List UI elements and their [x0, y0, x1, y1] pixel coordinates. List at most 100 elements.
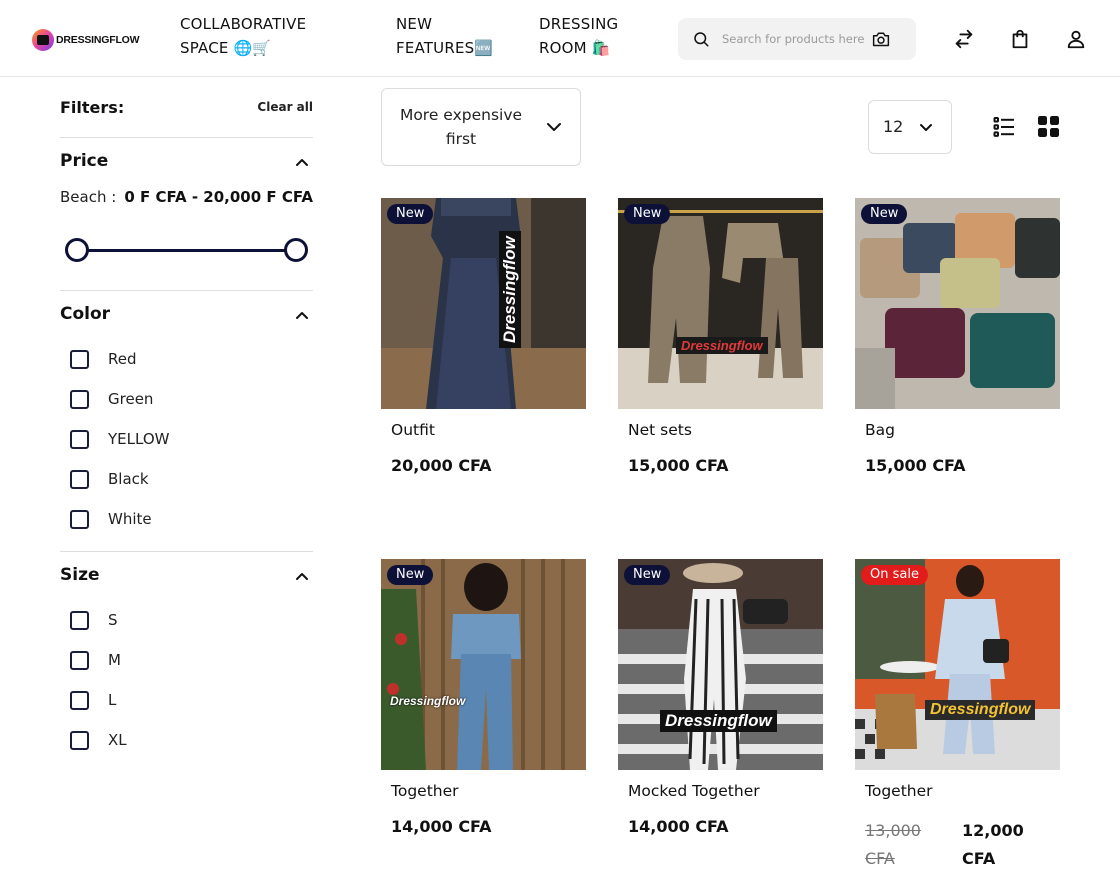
per-page-value: 12: [883, 117, 904, 136]
nav-collaborative-space[interactable]: COLLABORATIVE SPACE 🌐🛒: [180, 12, 330, 60]
price-label: Beach :: [60, 188, 117, 206]
list-view-icon[interactable]: [993, 116, 1015, 138]
product-image[interactable]: New Dressingflow: [618, 559, 823, 770]
watermark-text: Dressingflow: [676, 337, 768, 354]
logo-text: DRESSINGFLOW: [56, 34, 140, 46]
watermark-text: Dressingflow: [925, 700, 1036, 720]
product-image[interactable]: New: [855, 198, 1060, 409]
size-option-s[interactable]: S: [70, 610, 118, 630]
bags-photo: [855, 198, 1060, 409]
denim-outfit-photo: [381, 559, 586, 770]
product-name[interactable]: Outfit: [391, 421, 435, 439]
product-image[interactable]: New Dressingflow: [618, 198, 823, 409]
nav-dressing-room[interactable]: DRESSING ROOM 🛍️: [539, 12, 649, 60]
search-bar[interactable]: [678, 18, 916, 60]
option-label: Black: [108, 470, 149, 488]
price-slider-track[interactable]: [76, 249, 296, 252]
camera-icon[interactable]: [871, 30, 891, 48]
product-price: 15,000 CFA: [865, 456, 966, 475]
product-image[interactable]: On sale Dressingflow: [855, 559, 1060, 770]
swap-arrows-icon[interactable]: [953, 28, 975, 50]
price-slider-max-handle[interactable]: [284, 238, 308, 262]
watermark-text: Dressingflow: [390, 694, 466, 708]
color-option-green[interactable]: Green: [70, 389, 153, 409]
new-badge: New: [387, 204, 434, 224]
user-account-icon[interactable]: [1065, 28, 1087, 50]
option-label: XL: [108, 731, 127, 749]
option-label: Red: [108, 350, 137, 368]
price-section-title[interactable]: Price: [60, 151, 108, 171]
product-price: 15,000 CFA: [628, 456, 729, 475]
product-name[interactable]: Together: [865, 782, 933, 800]
new-badge: New: [861, 204, 908, 224]
color-option-black[interactable]: Black: [70, 469, 149, 489]
chevron-down-icon: [547, 123, 561, 131]
clear-all-button[interactable]: Clear all: [257, 100, 313, 114]
new-badge: New: [624, 565, 671, 585]
watermark-text: Dressingflow: [499, 231, 521, 348]
checkbox[interactable]: [70, 690, 89, 710]
chevron-up-icon[interactable]: [295, 157, 309, 167]
product-price: 14,000 CFA: [628, 817, 729, 836]
nav-new-features[interactable]: NEW FEATURES🆕: [396, 12, 506, 60]
striped-outfit-photo: [618, 559, 823, 770]
product-price: 14,000 CFA: [391, 817, 492, 836]
size-option-l[interactable]: L: [70, 690, 116, 710]
chevron-up-icon[interactable]: [295, 571, 309, 581]
option-label: L: [108, 691, 117, 709]
option-label: YELLOW: [108, 430, 170, 448]
product-name[interactable]: Together: [391, 782, 459, 800]
product-name[interactable]: Bag: [865, 421, 895, 439]
size-section-title[interactable]: Size: [60, 565, 100, 585]
divider: [60, 551, 313, 552]
option-label: S: [108, 611, 118, 629]
checkbox[interactable]: [70, 730, 89, 750]
original-price: 13,000 CFA: [865, 821, 921, 868]
price-slider-min-handle[interactable]: [65, 238, 89, 262]
checkbox[interactable]: [70, 349, 89, 369]
site-header: DRESSINGFLOW COLLABORATIVE SPACE 🌐🛒 NEW …: [0, 0, 1120, 77]
product-image[interactable]: New Dressingflow: [381, 559, 586, 770]
watermark-text: Dressingflow: [660, 710, 777, 732]
on-sale-badge: On sale: [861, 565, 928, 585]
checkbox[interactable]: [70, 429, 89, 449]
color-option-red[interactable]: Red: [70, 349, 137, 369]
size-option-m[interactable]: M: [70, 650, 121, 670]
logo[interactable]: DRESSINGFLOW: [32, 24, 144, 56]
size-option-xl[interactable]: XL: [70, 730, 127, 750]
divider: [60, 290, 313, 291]
net-sets-photo: [618, 198, 823, 409]
product-name[interactable]: Net sets: [628, 421, 692, 439]
filters-title: Filters:: [60, 98, 125, 117]
price-range-value: 0 F CFA - 20,000 F CFA: [124, 188, 313, 206]
shopping-bag-icon[interactable]: [1009, 28, 1031, 50]
search-input[interactable]: [722, 29, 872, 49]
sale-outfit-photo: [855, 559, 1060, 770]
color-option-yellow[interactable]: YELLOW: [70, 429, 169, 449]
sort-dropdown[interactable]: More expensive first: [381, 88, 581, 166]
search-icon[interactable]: [692, 30, 710, 48]
product-price: 20,000 CFA: [391, 456, 492, 475]
color-option-white[interactable]: White: [70, 509, 152, 529]
new-badge: New: [387, 565, 434, 585]
chevron-down-icon: [920, 124, 932, 131]
new-badge: New: [624, 204, 671, 224]
per-page-dropdown[interactable]: 12: [868, 100, 952, 154]
logo-mark-icon: [32, 29, 54, 51]
checkbox[interactable]: [70, 610, 89, 630]
option-label: White: [108, 510, 152, 528]
option-label: M: [108, 651, 121, 669]
product-name[interactable]: Mocked Together: [628, 782, 760, 800]
color-section-title[interactable]: Color: [60, 304, 110, 324]
checkbox[interactable]: [70, 509, 89, 529]
checkbox[interactable]: [70, 469, 89, 489]
sale-price: 12,000 CFA: [962, 821, 1024, 868]
checkbox[interactable]: [70, 389, 89, 409]
sort-selected-value: More expensive first: [399, 106, 523, 148]
grid-view-icon[interactable]: [1038, 116, 1059, 137]
checkbox[interactable]: [70, 650, 89, 670]
chevron-up-icon[interactable]: [295, 310, 309, 320]
option-label: Green: [108, 390, 154, 408]
outfit-photo: [381, 198, 586, 409]
product-image[interactable]: New Dressingflow: [381, 198, 586, 409]
